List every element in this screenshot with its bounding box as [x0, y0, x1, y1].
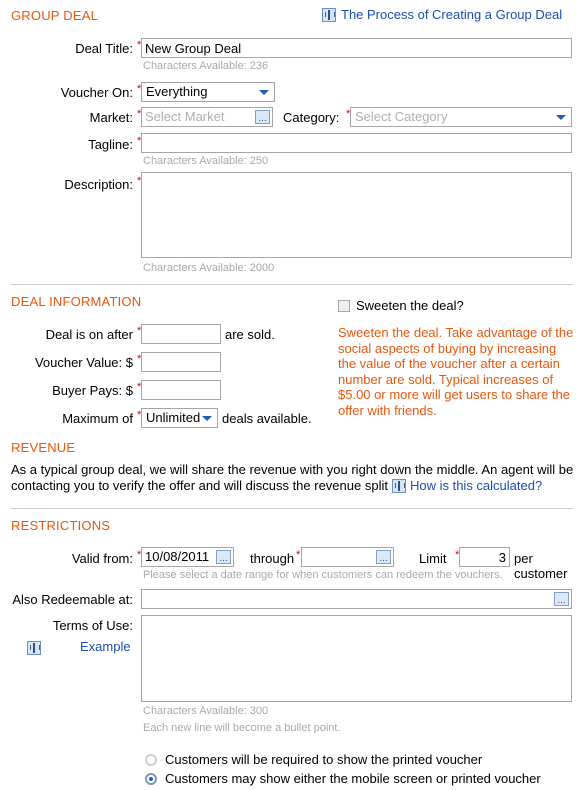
maximum-of-selected-value: Unlimited	[146, 410, 201, 425]
terms-of-use-label: Terms of Use:	[52, 618, 133, 633]
help-badge-icon	[391, 479, 406, 493]
deal-is-on-after-suffix: are sold.	[225, 327, 275, 342]
voucher-value-label: Voucher Value: $	[34, 355, 133, 370]
valid-from-label: Valid from:	[71, 551, 133, 566]
voucher-option-mobile-or-printed-label: Customers may show either the mobile scr…	[165, 771, 541, 786]
how-is-this-calculated-link[interactable]: How is this calculated?	[410, 478, 542, 493]
section-heading-restrictions: RESTRICTIONS	[11, 518, 111, 533]
valid-from-date-picker[interactable]: ...	[141, 547, 234, 567]
terms-of-use-textarea[interactable]	[141, 615, 572, 702]
date-range-hint: Please select a date range for when cust…	[143, 569, 503, 581]
buyer-pays-label: Buyer Pays: $	[52, 383, 133, 398]
market-label: Market:	[89, 110, 133, 125]
section-heading-group-deal: GROUP DEAL	[11, 8, 99, 23]
voucher-option-printed-radio[interactable]	[145, 753, 157, 766]
maximum-of-label: Maximum of	[62, 411, 133, 426]
limit-input[interactable]	[459, 547, 510, 567]
section-heading-deal-information: DEAL INFORMATION	[11, 294, 142, 309]
section-heading-revenue: REVENUE	[11, 440, 76, 455]
section-divider-2	[10, 508, 573, 509]
buyer-pays-input[interactable]	[141, 380, 221, 400]
through-calendar-button[interactable]: ...	[376, 550, 391, 564]
through-label: through	[250, 551, 295, 566]
voucher-on-selected-value: Everything	[146, 84, 208, 99]
category-select[interactable]: Select Category	[350, 107, 572, 127]
tagline-input[interactable]	[141, 133, 572, 153]
valid-from-calendar-button[interactable]: ...	[216, 550, 231, 564]
terms-of-use-chars-available: Characters Available: 300	[143, 705, 269, 717]
chevron-down-icon	[202, 416, 212, 421]
tagline-chars-available: Characters Available: 250	[143, 155, 269, 167]
process-link-row[interactable]: The Process of Creating a Group Deal	[322, 7, 562, 22]
revenue-description-block: As a typical group deal, we will share t…	[11, 462, 575, 494]
maximum-of-suffix: deals available.	[222, 411, 312, 426]
chevron-down-icon	[259, 90, 269, 95]
also-redeemable-at-browse-button[interactable]: ...	[554, 592, 569, 606]
voucher-option-printed-label: Customers will be required to show the p…	[165, 752, 483, 767]
deal-title-input[interactable]	[141, 38, 572, 58]
deal-title-label: Deal Title:	[75, 41, 133, 56]
sweeten-the-deal-checkbox[interactable]	[338, 299, 350, 312]
market-input[interactable]	[142, 108, 272, 126]
maximum-of-select[interactable]: Unlimited	[141, 408, 218, 428]
tagline-label: Tagline:	[88, 137, 133, 152]
process-of-creating-group-deal-link[interactable]: The Process of Creating a Group Deal	[341, 7, 562, 22]
voucher-option-mobile-or-printed-row[interactable]: Customers may show either the mobile scr…	[145, 771, 541, 786]
deal-is-on-after-label: Deal is on after	[45, 327, 133, 342]
description-label: Description:	[64, 177, 133, 192]
terms-of-use-example-link[interactable]: Example	[80, 639, 131, 654]
through-date-picker[interactable]: ...	[301, 547, 394, 567]
sweeten-the-deal-row[interactable]: Sweeten the deal?	[338, 298, 464, 313]
limit-suffix: per customer	[514, 551, 568, 581]
deal-is-on-after-input[interactable]	[141, 324, 221, 344]
terms-of-use-bullet-hint: Each new line will become a bullet point…	[143, 722, 341, 734]
voucher-on-select[interactable]: Everything	[141, 82, 275, 102]
voucher-value-input[interactable]	[141, 352, 221, 372]
chevron-down-icon	[556, 115, 566, 120]
description-chars-available: Characters Available: 2000	[143, 262, 275, 274]
also-redeemable-at-picker[interactable]: ...	[141, 589, 572, 609]
deal-title-chars-available: Characters Available: 236	[143, 60, 269, 72]
section-divider-1	[10, 284, 573, 285]
voucher-option-printed-row[interactable]: Customers will be required to show the p…	[145, 752, 482, 767]
sweeten-the-deal-label: Sweeten the deal?	[356, 298, 464, 313]
group-deal-form-page: GROUP DEAL The Process of Creating a Gro…	[0, 0, 583, 790]
sweeten-the-deal-note: Sweeten the deal. Take advantage of the …	[338, 325, 574, 418]
category-label: Category:	[283, 110, 340, 125]
help-badge-icon	[27, 641, 41, 655]
limit-label: Limit	[419, 551, 447, 566]
market-picker[interactable]: ...	[141, 107, 273, 127]
help-badge-icon	[322, 7, 336, 22]
also-redeemable-at-label: Also Redeemable at:	[12, 592, 133, 607]
description-textarea[interactable]	[141, 172, 572, 258]
market-browse-button[interactable]: ...	[255, 110, 270, 124]
also-redeemable-at-input[interactable]	[142, 590, 571, 608]
voucher-on-label: Voucher On:	[60, 85, 133, 100]
voucher-option-mobile-or-printed-radio[interactable]	[145, 772, 157, 785]
category-selected-value: Select Category	[355, 109, 448, 124]
